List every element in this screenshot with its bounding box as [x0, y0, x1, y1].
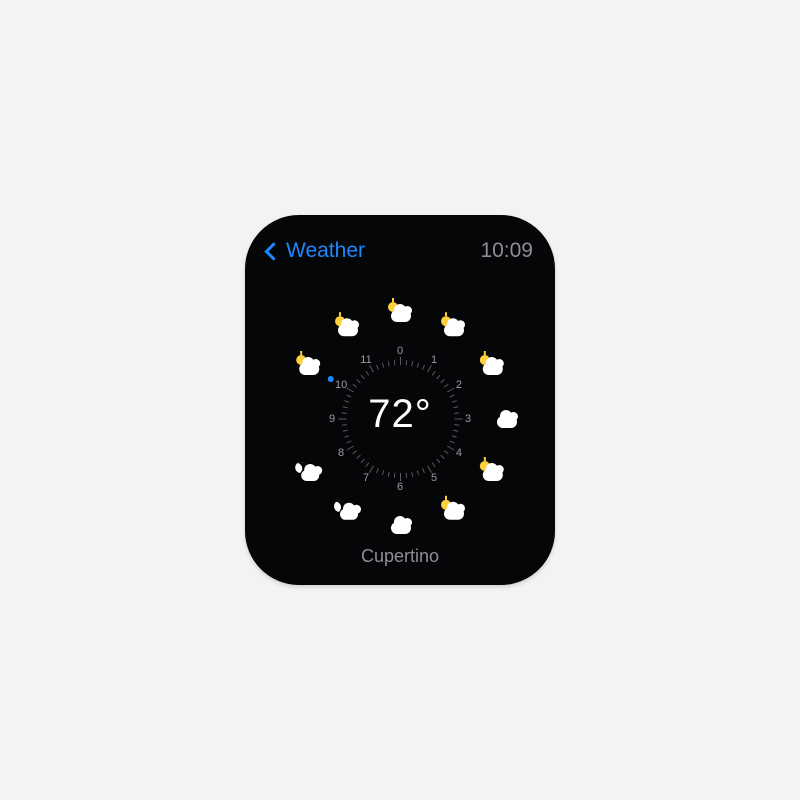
current-temperature: 72°: [368, 392, 432, 437]
hour-forecast-icon: [332, 499, 362, 521]
hour-forecast-icon: [491, 408, 521, 430]
hour-forecast-icon: [293, 461, 323, 483]
hour-forecast-icon: [438, 316, 468, 338]
hour-label: 6: [391, 481, 409, 493]
hour-forecast-icon: [385, 514, 415, 536]
hour-label: 10: [332, 379, 350, 391]
watch-face[interactable]: Weather 10:09 72° Cupertino 0 1 2 3 45 6 78 9 10…: [245, 215, 555, 585]
back-button[interactable]: Weather: [267, 239, 365, 263]
hour-forecast-icon: [293, 355, 323, 377]
hour-forecast-icon: [385, 302, 415, 324]
chevron-left-icon: [264, 242, 282, 260]
hour-label: 11: [357, 354, 375, 366]
hour-label: 8: [332, 447, 350, 459]
hour-label: 4: [450, 447, 468, 459]
current-hour-indicator: [328, 376, 334, 382]
back-label: Weather: [286, 239, 365, 263]
hour-label: 9: [323, 413, 341, 425]
hour-forecast-icon: [477, 355, 507, 377]
hour-label: 1: [425, 354, 443, 366]
header: Weather 10:09: [245, 237, 555, 265]
hour-label: 7: [357, 471, 375, 483]
hour-forecast-icon: [438, 499, 468, 521]
hour-label: 3: [459, 413, 477, 425]
hour-forecast-icon: [477, 461, 507, 483]
hour-forecast-icon: [332, 316, 362, 338]
hour-label: 5: [425, 471, 443, 483]
hour-label: 0: [391, 345, 409, 357]
clock-time: 10:09: [480, 239, 533, 263]
location-label: Cupertino: [245, 546, 555, 567]
hour-label: 2: [450, 379, 468, 391]
